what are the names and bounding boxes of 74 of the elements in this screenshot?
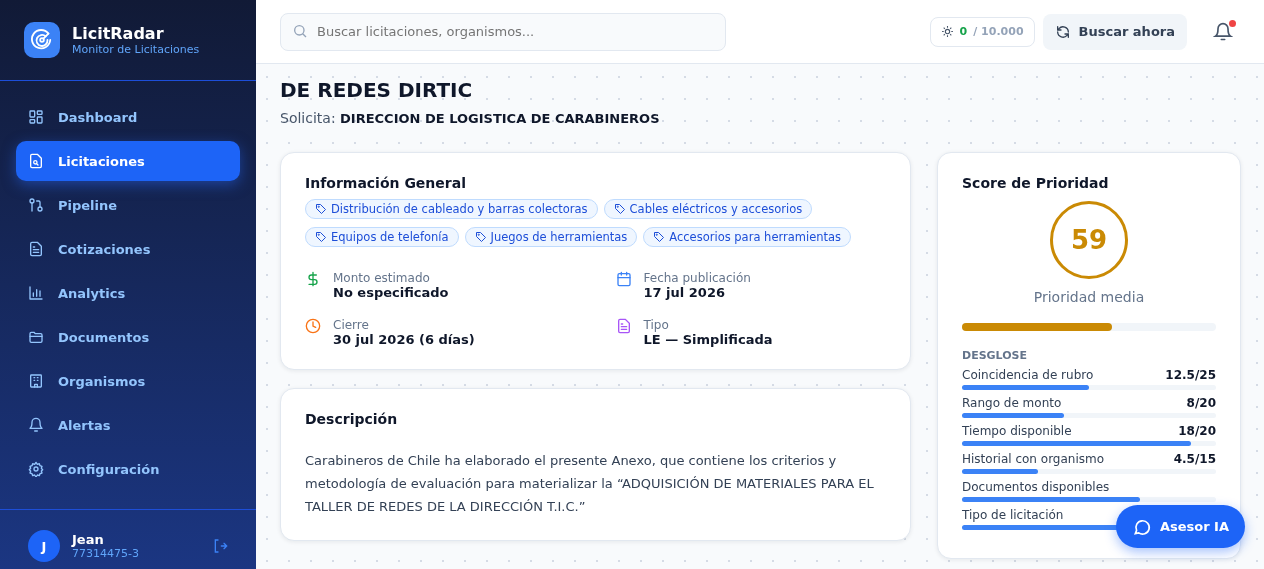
score-ring: 59 [1050, 201, 1128, 279]
brand-name: LicitRadar [72, 24, 165, 43]
doc-icon [615, 318, 632, 334]
clock-icon [305, 318, 321, 334]
tag-icon [474, 231, 487, 243]
sidebar-item[interactable]: Organismos [16, 361, 240, 401]
user-id: 77314475-3 [72, 547, 140, 560]
requester-text: Solicita: DIRECCION DE LOGISTICA DE CARABINEROS [280, 110, 661, 126]
breakdown-value: 18/20 [1178, 424, 1216, 438]
breakdown-name: Tipo de licitación [962, 508, 1064, 522]
user-name: Jean [72, 532, 105, 547]
file-search-icon [28, 153, 44, 169]
bell-icon [28, 417, 44, 433]
ai-advisor-button[interactable]: Asesor IA [1115, 505, 1245, 548]
tag-icon [315, 231, 327, 243]
sidebar-item[interactable]: Documentos [16, 317, 240, 357]
category-tag: Equipos de telefonía [305, 227, 459, 247]
category-tag: Juegos de herramientas [464, 227, 638, 247]
usage-limit: / 10.000 [973, 25, 1024, 38]
money-icon [305, 271, 321, 287]
breakdown-name: Coincidencia de rubro [962, 368, 1094, 382]
notification-bell-icon[interactable] [1213, 21, 1233, 42]
breakdown-heading: DESGLOSE [962, 349, 1028, 362]
field-value: 30 jul 2026 (6 días) [333, 332, 475, 347]
calendar-icon [615, 271, 632, 287]
settings-icon [28, 461, 44, 477]
breakdown-value: 4.5/15 [1173, 452, 1216, 466]
field-value: LE — Simplificada [643, 332, 773, 347]
radar-logo-icon [24, 22, 60, 58]
description-text: Carabineros de Chile ha elaborado el presente Anexo, que contiene los criterios y metodología de evaluación para materializar la “ADQUISICIÓN DE MATERIALES PARA EL TALLER DE REDES DE LA DIRECCIÓN T.I.C.” [305, 452, 875, 516]
sidebar-item[interactable]: Analytics [16, 273, 240, 313]
document-icon [28, 241, 44, 257]
category-tag: Cables eléctricos y accesorios [603, 199, 813, 219]
field-label: Monto estimado [333, 271, 431, 285]
sidebar-item[interactable]: Dashboard [16, 97, 240, 137]
card-title: Score de Prioridad [962, 175, 1110, 191]
field-label: Tipo [643, 318, 670, 332]
card-title: Descripción [305, 411, 399, 427]
breakdown-value: 8/20 [1186, 396, 1216, 410]
category-tag: Distribución de cableado y barras colectoras [305, 199, 598, 219]
sun-icon [940, 25, 954, 38]
usage-used: 0 [959, 25, 968, 38]
field-value: No especificado [333, 285, 449, 300]
sidebar-item[interactable]: Alertas [16, 405, 240, 445]
sidebar-item[interactable]: Pipeline [16, 185, 240, 225]
sidebar-item[interactable]: Cotizaciones [16, 229, 240, 269]
grid-icon [28, 109, 44, 125]
breakdown-value: 12.5/25 [1165, 368, 1216, 382]
folder-icon [28, 329, 44, 345]
breakdown-name: Historial con organismo [962, 452, 1105, 466]
logout-icon[interactable] [212, 538, 228, 554]
field-value: 17 jul 2026 [643, 285, 726, 300]
breakdown-name: Rango de monto [962, 396, 1062, 410]
category-tag: Accesorios para herramientas [643, 227, 852, 247]
field-label: Cierre [333, 318, 370, 332]
sidebar-item[interactable]: Licitaciones [16, 141, 240, 181]
tag-icon [315, 203, 327, 215]
card-title: Información General [305, 175, 467, 191]
brand-subtitle: Monitor de Licitaciones [72, 43, 200, 56]
search-field[interactable]: Buscar licitaciones, organismos... [280, 12, 726, 51]
tender-title: DE REDES DIRTIC [280, 78, 474, 102]
pipeline-icon [28, 197, 44, 213]
bar-chart-icon [28, 285, 44, 301]
breakdown-name: Documentos disponibles [962, 480, 1110, 494]
priority-label: Prioridad media [1033, 289, 1145, 305]
search-now-button[interactable]: Buscar ahora [1042, 13, 1187, 50]
field-label: Fecha publicación [643, 271, 751, 285]
refresh-icon [1054, 23, 1071, 40]
sidebar-item[interactable]: Configuración [16, 449, 240, 489]
tag-icon [613, 203, 626, 215]
user-avatar: J [28, 530, 60, 562]
building-icon [28, 373, 44, 389]
breakdown-name: Tiempo disponible [962, 424, 1072, 438]
tag-icon [653, 231, 666, 243]
